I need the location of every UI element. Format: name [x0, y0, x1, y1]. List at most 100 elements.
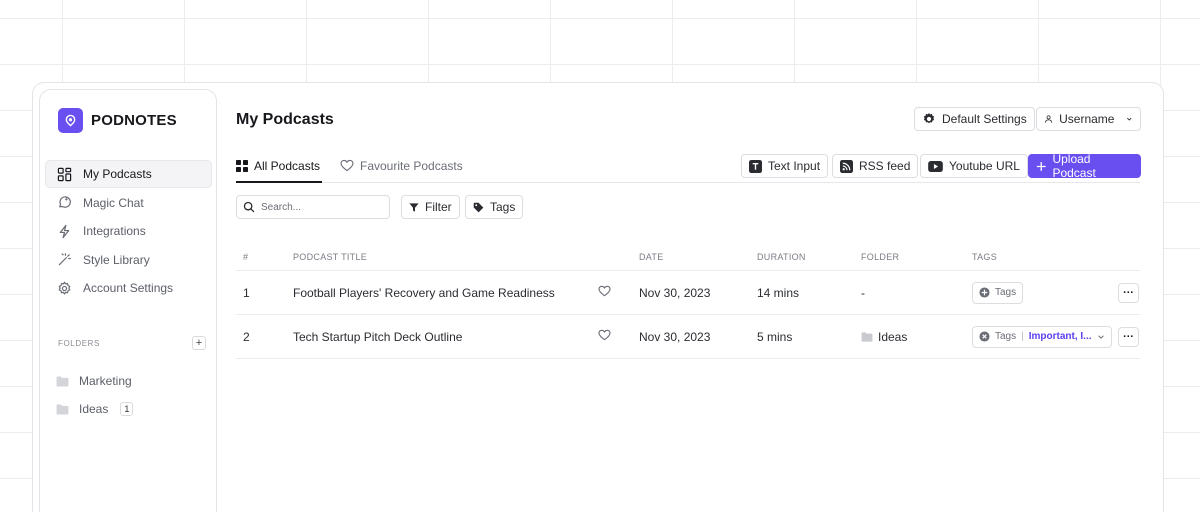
row-number: 2 — [243, 329, 250, 344]
chat-icon — [58, 196, 71, 208]
podcast-title[interactable]: Tech Startup Pitch Deck Outline — [293, 330, 462, 344]
folder-count-badge: 1 — [120, 402, 134, 416]
folder-list: Marketing Ideas 1 — [56, 367, 206, 423]
folder-label: Ideas — [79, 402, 109, 416]
grid-icon — [236, 160, 248, 172]
tab-label: All Podcasts — [254, 159, 321, 173]
more-options-icon[interactable]: ... — [1118, 282, 1139, 303]
favourite-heart-icon[interactable] — [598, 285, 611, 300]
plus-icon — [1036, 161, 1046, 171]
sidebar-item-integrations[interactable]: Integrations — [45, 217, 212, 245]
folder-icon — [56, 375, 69, 387]
page-title: My Podcasts — [236, 111, 334, 128]
text-icon — [749, 159, 762, 173]
gear-icon — [58, 280, 71, 295]
podnotes-logo-icon — [58, 108, 83, 133]
filter-icon — [409, 202, 419, 212]
table-header: # PODCAST TITLE DATE DURATION FOLDER TAG… — [236, 243, 1140, 271]
sidebar: PODNOTES My Podcasts Magic Chat Integrat… — [39, 89, 217, 512]
default-settings-button[interactable]: Default Settings — [914, 107, 1035, 131]
tags-select[interactable]: Tags | Important, I... — [972, 325, 1112, 348]
sidebar-item-label: Style Library — [83, 252, 150, 267]
folder-value: - — [861, 285, 865, 300]
podcast-duration: 14 mins — [757, 285, 800, 300]
podcast-folder[interactable]: Ideas — [861, 330, 907, 344]
upload-podcast-label: Upload Podcast — [1052, 152, 1096, 180]
table-row[interactable]: 2 Tech Startup Pitch Deck Outline Nov 30… — [236, 315, 1140, 359]
filter-label: Filter — [425, 200, 452, 214]
podcast-title[interactable]: Football Players' Recovery and Game Read… — [293, 286, 555, 300]
tab-all-podcasts[interactable]: All Podcasts — [236, 159, 323, 183]
folders-label: FOLDERS — [58, 338, 100, 348]
row-more-options[interactable]: ... — [1118, 282, 1139, 303]
folder-icon — [56, 403, 69, 415]
tags-separator: | — [1021, 331, 1024, 342]
row-more-options[interactable]: ... — [1118, 326, 1139, 347]
column-header-tags: TAGS — [972, 251, 998, 262]
filter-button[interactable]: Filter — [401, 195, 460, 219]
folder-item-marketing[interactable]: Marketing — [56, 367, 206, 395]
youtube-url-label: Youtube URL — [949, 159, 1020, 173]
row-number: 1 — [243, 285, 250, 300]
heart-icon — [340, 159, 354, 172]
tags-filter-button[interactable]: Tags — [465, 195, 524, 219]
folders-header: FOLDERS + — [58, 336, 206, 350]
column-header-date: DATE — [639, 251, 664, 262]
plus-circle-icon — [979, 287, 990, 298]
folder-icon — [861, 331, 873, 342]
podcast-folder: - — [861, 286, 865, 300]
add-tags-button[interactable]: Tags — [972, 281, 1024, 304]
text-input-button[interactable]: Text Input — [741, 154, 829, 178]
row-tags[interactable]: Tags — [972, 281, 1024, 304]
lightning-icon — [59, 224, 70, 238]
default-settings-label: Default Settings — [942, 112, 1027, 126]
sidebar-item-label: My Podcasts — [83, 167, 152, 181]
username-label: Username — [1059, 112, 1115, 126]
sidebar-item-account-settings[interactable]: Account Settings — [45, 274, 212, 302]
upload-podcast-button[interactable]: Upload Podcast — [1028, 152, 1141, 180]
chevron-down-icon — [1127, 117, 1132, 121]
chevron-down-icon — [1097, 334, 1104, 339]
tab-favourite-podcasts[interactable]: Favourite Podcasts — [340, 159, 463, 183]
table-row[interactable]: 1 Football Players' Recovery and Game Re… — [236, 271, 1140, 315]
search-icon — [243, 201, 255, 213]
clear-circle-icon[interactable] — [979, 331, 990, 342]
favourite-heart-icon[interactable] — [598, 329, 611, 344]
text-input-label: Text Input — [768, 159, 821, 173]
gear-icon — [923, 113, 935, 124]
sidebar-nav: My Podcasts Magic Chat Integrations Styl… — [45, 160, 212, 303]
add-folder-button[interactable]: + — [192, 336, 206, 350]
grid-icon — [57, 167, 72, 181]
sidebar-item-magic-chat[interactable]: Magic Chat — [45, 189, 212, 217]
sidebar-item-style-library[interactable]: Style Library — [45, 246, 212, 274]
folder-value: Ideas — [878, 329, 908, 344]
brand-name: PODNOTES — [91, 112, 177, 129]
search-input[interactable] — [236, 195, 390, 219]
rss-icon — [840, 159, 853, 173]
folder-item-ideas[interactable]: Ideas 1 — [56, 395, 206, 423]
search-field[interactable] — [261, 201, 381, 213]
youtube-icon — [928, 160, 943, 172]
magic-wand-icon — [58, 253, 71, 266]
podcast-date: Nov 30, 2023 — [639, 285, 711, 300]
column-header-folder: FOLDER — [861, 251, 900, 262]
main-content: My Podcasts Default Settings Username Al… — [236, 83, 1161, 512]
rss-feed-label: RSS feed — [859, 159, 911, 173]
podcast-date: Nov 30, 2023 — [639, 329, 711, 344]
sidebar-item-label: Account Settings — [83, 281, 174, 295]
rss-feed-button[interactable]: RSS feed — [832, 154, 919, 178]
app-window: PODNOTES My Podcasts Magic Chat Integrat… — [32, 82, 1164, 512]
logo[interactable]: PODNOTES — [58, 108, 177, 133]
tags-pill-label: Tags — [995, 331, 1017, 342]
sidebar-item-my-podcasts[interactable]: My Podcasts — [45, 160, 212, 188]
youtube-url-button[interactable]: Youtube URL — [920, 154, 1028, 178]
row-tags[interactable]: Tags | Important, I... — [972, 325, 1112, 348]
column-header-number: # — [243, 251, 249, 262]
user-menu-button[interactable]: Username — [1036, 107, 1141, 131]
column-header-title: PODCAST TITLE — [293, 251, 368, 262]
sidebar-item-label: Magic Chat — [83, 195, 144, 210]
folder-label: Marketing — [79, 374, 132, 388]
more-options-icon[interactable]: ... — [1118, 326, 1139, 347]
user-icon — [1045, 115, 1053, 123]
tags-label: Tags — [490, 200, 516, 214]
